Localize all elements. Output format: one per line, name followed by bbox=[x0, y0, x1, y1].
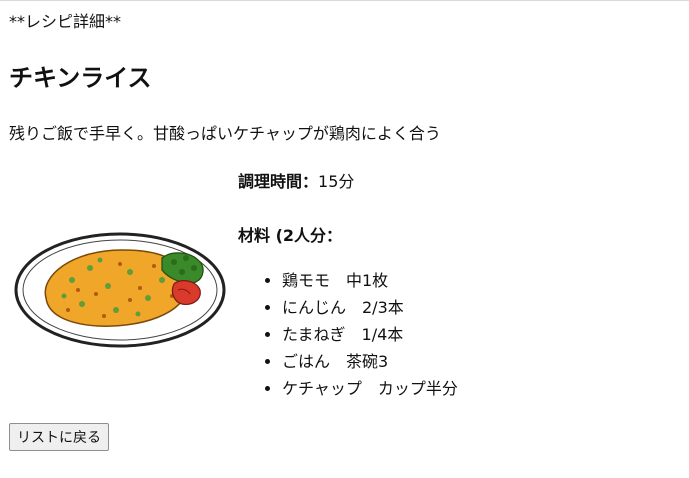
cook-time-value: 15分 bbox=[318, 172, 355, 191]
recipe-image bbox=[12, 228, 230, 352]
list-item: ケチャップ カップ半分 bbox=[282, 375, 458, 402]
cook-time-row: 調理時間：15分 bbox=[238, 171, 354, 193]
recipe-title: チキンライス bbox=[9, 64, 152, 92]
cook-time-label: 調理時間： bbox=[238, 172, 319, 191]
ingredients-list: 鶏モモ 中1枚 にんじん 2/3本 たまねぎ 1/4本 ごはん 茶碗3 ケチャッ… bbox=[238, 267, 458, 402]
back-to-list-button[interactable]: リストに戻る bbox=[9, 423, 109, 451]
list-item: ごはん 茶碗3 bbox=[282, 348, 458, 375]
recipe-description: 残りご飯で手早く。甘酸っぱいケチャップが鶏肉によく合う bbox=[9, 124, 441, 143]
list-item: 鶏モモ 中1枚 bbox=[282, 267, 458, 294]
list-item: にんじん 2/3本 bbox=[282, 294, 458, 321]
top-divider bbox=[0, 0, 689, 1]
section-heading: **レシピ詳細** bbox=[9, 12, 122, 31]
ingredients-heading: 材料 (2人分： bbox=[238, 226, 343, 245]
chicken-rice-plate-icon bbox=[14, 232, 226, 348]
list-item: たまねぎ 1/4本 bbox=[282, 321, 458, 348]
